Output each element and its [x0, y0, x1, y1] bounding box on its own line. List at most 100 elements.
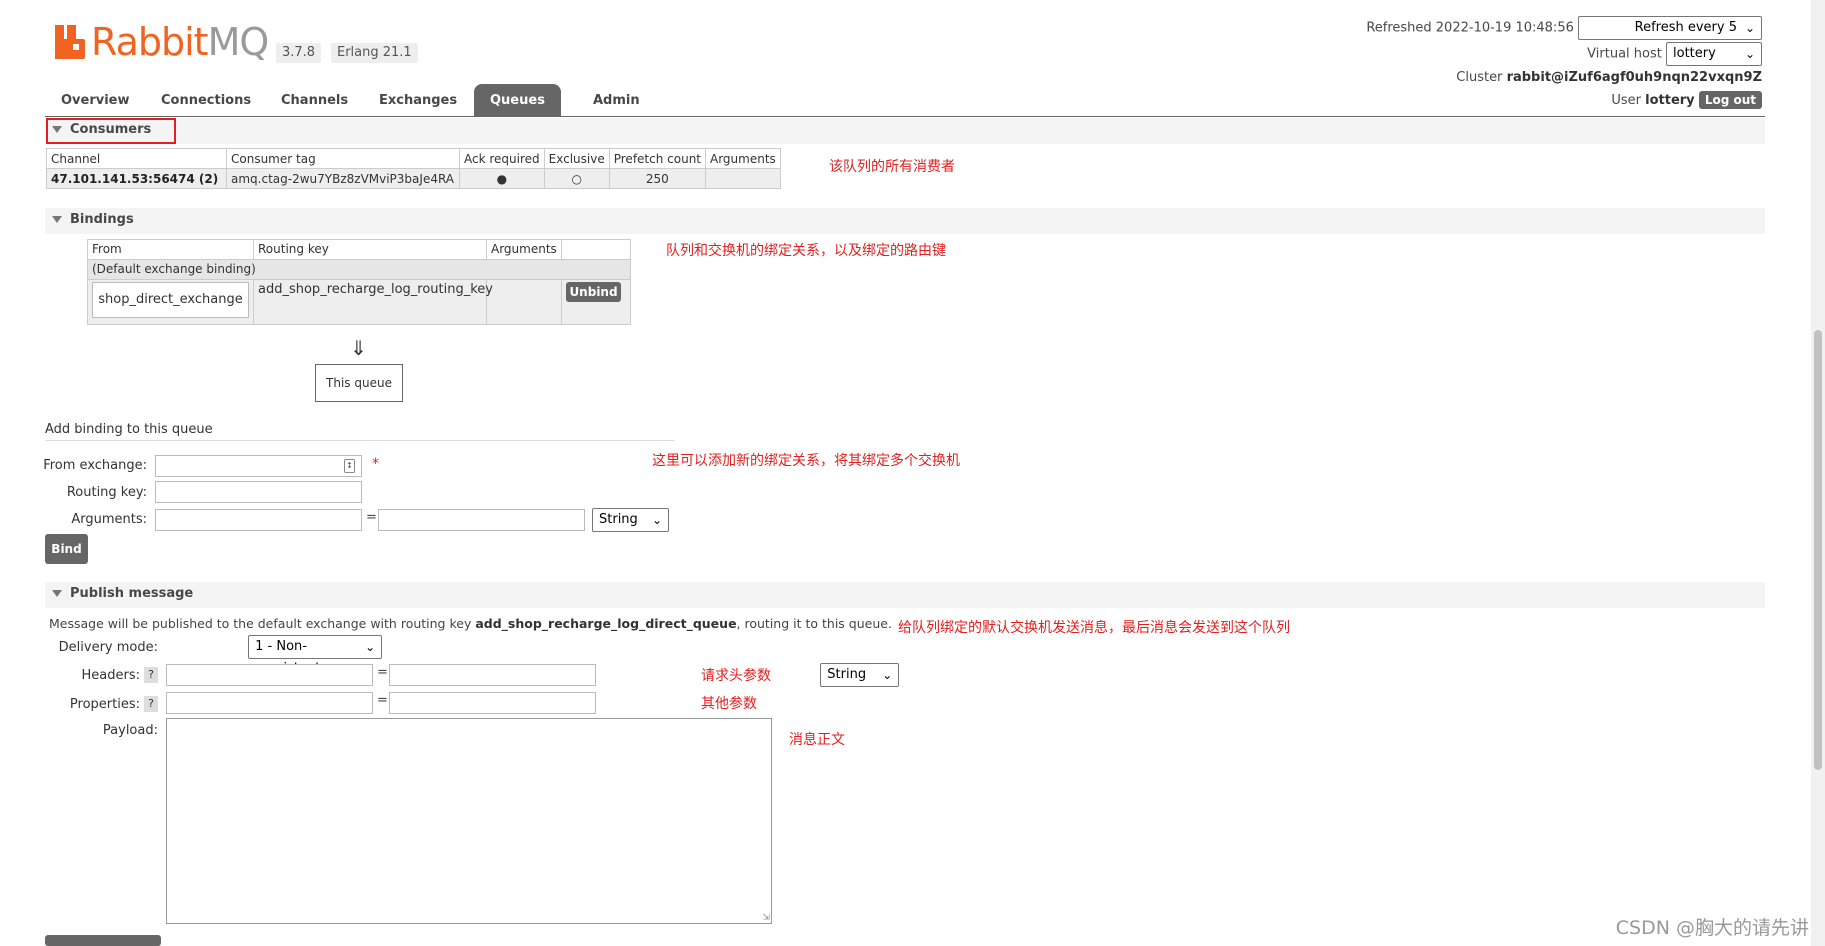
publish-description: Message will be published to the default… — [49, 616, 892, 631]
cluster-value: rabbit@iZuf6agf0uh9nqn22vxqn9Z — [1506, 70, 1762, 85]
properties-label: Properties: — [69, 697, 140, 712]
column-header: Routing key — [254, 240, 487, 259]
delivery-mode-select[interactable]: 1 - Non-persistent⌄ — [248, 635, 383, 676]
routing-key-input[interactable] — [155, 481, 362, 503]
from-exchange-label: From exchange: — [43, 458, 147, 473]
column-header: Prefetch count — [608, 148, 707, 169]
autocomplete-icon: ↕ — [344, 459, 355, 473]
vhost-label: Virtual host — [1587, 46, 1662, 62]
consumer-tag: amq.ctag-2wu7YBz8zVMviP3baJe4RA — [226, 168, 460, 189]
publish-section-header[interactable]: Publish message — [45, 582, 1765, 608]
column-header: Arguments — [705, 148, 781, 169]
equals-sign: = — [366, 510, 377, 525]
binding-arguments — [487, 280, 562, 324]
consumer-arguments — [705, 168, 781, 189]
headers-help-icon[interactable]: ? — [144, 667, 158, 683]
publish-title: Publish message — [70, 586, 194, 601]
property-value-input[interactable] — [389, 692, 596, 714]
ack-required-indicator: ● — [459, 168, 545, 189]
table-header-row: Channel Consumer tag Ack required Exclus… — [46, 148, 781, 169]
erlang-badge: Erlang 21.1 — [331, 43, 418, 63]
tab-admin[interactable]: Admin — [577, 84, 656, 117]
required-asterisk: * — [372, 456, 379, 472]
add-binding-title: Add binding to this queue — [45, 422, 675, 441]
column-header: Exclusive — [543, 148, 610, 169]
header-type-select[interactable]: String ⌄ — [820, 663, 900, 687]
collapse-triangle-icon — [52, 590, 62, 597]
bindings-annotation: 队列和交换机的绑定关系，以及绑定的路由键 — [666, 243, 946, 259]
refresh-row: Refreshed 2022-10-19 10:48:56 Refresh ev… — [1366, 16, 1762, 57]
routing-key-value: add_shop_recharge_log_routing_key — [254, 280, 493, 324]
unbind-button[interactable]: Unbind — [566, 282, 621, 302]
bindings-table: From Routing key Arguments (Default exch… — [87, 239, 631, 325]
rabbitmq-logo: RabbitMQ — [55, 20, 269, 64]
watermark-text: CSDN @胸大的请先讲 — [1615, 917, 1809, 939]
refreshed-text: Refreshed 2022-10-19 10:48:56 — [1366, 20, 1574, 36]
arguments-label: Arguments: — [71, 512, 147, 527]
vhost-row: Virtual host lottery ⌄ — [1587, 42, 1762, 66]
tab-queues[interactable]: Queues — [474, 84, 561, 117]
column-header: From — [88, 240, 254, 259]
page-scrollbar[interactable] — [1811, 0, 1825, 946]
payload-textarea[interactable]: ⇲ — [166, 718, 772, 924]
consumers-highlight-box — [46, 118, 176, 144]
column-header: Ack required — [459, 148, 545, 169]
consumers-section-header[interactable]: Consumers — [45, 118, 1765, 144]
chevron-down-icon: ⌄ — [365, 640, 376, 654]
headers-annotation: 请求头参数 — [701, 668, 771, 684]
vhost-select[interactable]: lottery ⌄ — [1666, 42, 1762, 66]
chevron-down-icon: ⌄ — [882, 668, 893, 682]
publish-annotation: 给队列绑定的默认交换机发送消息，最后消息会发送到这个队列 — [898, 620, 1290, 636]
consumers-table: Channel Consumer tag Ack required Exclus… — [46, 148, 781, 189]
header-key-input[interactable] — [166, 664, 373, 686]
bindings-section-header[interactable]: Bindings — [45, 208, 1765, 234]
cluster-label: Cluster — [1456, 70, 1503, 85]
tab-exchanges[interactable]: Exchanges — [363, 84, 473, 117]
logo-text: RabbitMQ — [91, 20, 269, 64]
collapse-triangle-icon — [52, 216, 62, 223]
tab-overview[interactable]: Overview — [45, 84, 146, 117]
tab-connections[interactable]: Connections — [145, 84, 267, 117]
down-arrow-icon: ⇓ — [350, 336, 367, 360]
rabbit-logo-icon — [55, 25, 85, 59]
delivery-mode-label: Delivery mode: — [58, 640, 158, 655]
table-row: shop_direct_exchange add_shop_recharge_l… — [88, 280, 630, 324]
scrollbar-thumb[interactable] — [1814, 330, 1822, 770]
headers-label: Headers: — [81, 668, 141, 683]
properties-help-icon[interactable]: ? — [144, 696, 158, 712]
equals-sign: = — [377, 693, 388, 708]
publish-message-button[interactable] — [45, 935, 161, 946]
channel-link[interactable]: 47.101.141.53:56474 (2) — [46, 168, 227, 189]
routing-key-label: Routing key: — [66, 485, 147, 500]
header-value-input[interactable] — [389, 664, 596, 686]
chevron-down-icon: ⌄ — [651, 513, 662, 527]
bindings-title: Bindings — [70, 212, 134, 227]
chevron-down-icon: ⌄ — [1744, 47, 1755, 61]
routing-key-name: add_shop_recharge_log_direct_queue — [475, 616, 737, 631]
property-key-input[interactable] — [166, 692, 373, 714]
exclusive-indicator: ○ — [543, 168, 610, 189]
column-header: Arguments — [487, 240, 562, 259]
column-header — [562, 240, 630, 259]
from-exchange-link[interactable]: shop_direct_exchange — [92, 282, 249, 318]
column-header: Consumer tag — [226, 148, 460, 169]
argument-type-select[interactable]: String ⌄ — [592, 508, 669, 532]
tab-channels[interactable]: Channels — [265, 84, 364, 117]
bind-button[interactable]: Bind — [45, 534, 88, 564]
refresh-select[interactable]: Refresh every 5 seconds⌄ — [1578, 16, 1762, 57]
payload-annotation: 消息正文 — [789, 732, 845, 748]
prefetch-count: 250 — [608, 168, 707, 189]
column-header: Channel — [46, 148, 227, 169]
table-row: 47.101.141.53:56474 (2) amq.ctag-2wu7YBz… — [46, 168, 781, 189]
add-binding-annotation: 这里可以添加新的绑定关系，将其绑定多个交换机 — [652, 453, 960, 469]
equals-sign: = — [377, 665, 388, 680]
argument-key-input[interactable] — [155, 509, 362, 531]
argument-value-input[interactable] — [378, 509, 585, 531]
version-badge: 3.7.8 — [276, 43, 322, 63]
cluster-row: Cluster rabbit@iZuf6agf0uh9nqn22vxqn9Z — [1456, 70, 1762, 85]
properties-annotation: 其他参数 — [701, 696, 757, 712]
table-header-row: From Routing key Arguments — [88, 240, 630, 260]
default-binding-row: (Default exchange binding) — [88, 260, 630, 280]
resize-handle-icon[interactable]: ⇲ — [762, 913, 770, 923]
from-exchange-input[interactable]: ↕ — [155, 455, 362, 477]
